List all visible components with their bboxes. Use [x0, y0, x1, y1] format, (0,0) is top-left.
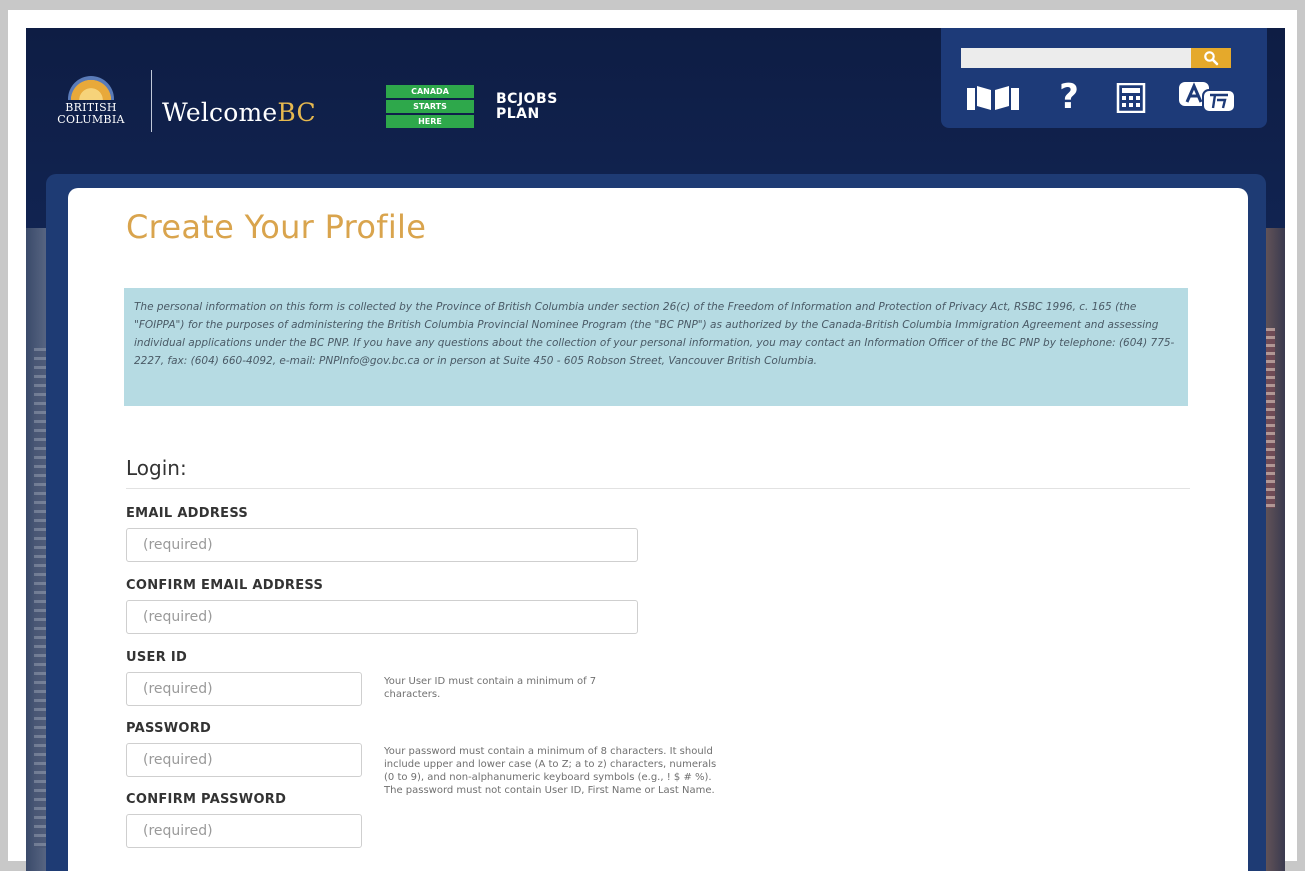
site-search-input[interactable]	[961, 48, 1191, 68]
confirm-password-label: CONFIRM PASSWORD	[126, 792, 287, 807]
bc-logo-line2: COLUMBIA	[57, 113, 125, 126]
bcjobs-plan-logo[interactable]: BCJOBS PLAN	[496, 92, 558, 122]
content-card: Create Your Profile The personal informa…	[68, 188, 1248, 871]
confirm-email-label: CONFIRM EMAIL ADDRESS	[126, 578, 324, 593]
userid-field[interactable]	[126, 672, 362, 706]
help-icon[interactable]: ?	[1051, 80, 1087, 114]
bcjobs-line1: BCJOBS	[496, 91, 558, 107]
confirm-email-field[interactable]	[126, 600, 638, 634]
browser-viewport: BRITISH COLUMBIA WelcomeBC CANADA STARTS…	[26, 28, 1285, 871]
csh-line-canada: CANADA	[386, 85, 474, 98]
bc-logo-text: BRITISH COLUMBIA	[46, 102, 136, 126]
password-hint: Your password must contain a minimum of …	[384, 746, 717, 796]
book-icon-graphic	[967, 86, 1019, 110]
login-section-heading: Login:	[126, 456, 187, 480]
bc-government-logo[interactable]: BRITISH COLUMBIA	[46, 76, 136, 138]
translate-icon[interactable]	[1177, 80, 1239, 114]
page-title: Create Your Profile	[126, 208, 427, 246]
calculator-icon[interactable]	[1113, 80, 1149, 114]
calculator-icon-graphic	[1116, 82, 1146, 114]
search-icon	[1204, 51, 1219, 66]
userid-label: USER ID	[126, 650, 188, 665]
csh-line-starts: STARTS	[386, 100, 474, 113]
section-divider	[126, 488, 1190, 489]
bc-text: BC	[277, 98, 316, 127]
translate-icon-graphic	[1179, 82, 1236, 113]
search-button[interactable]	[1191, 48, 1231, 68]
site-header: BRITISH COLUMBIA WelcomeBC CANADA STARTS…	[26, 28, 1285, 178]
welcomebc-logo[interactable]: WelcomeBC	[162, 98, 316, 127]
logo-divider	[151, 70, 152, 132]
email-label: EMAIL ADDRESS	[126, 506, 249, 521]
password-field[interactable]	[126, 743, 362, 777]
privacy-notice: The personal information on this form is…	[124, 288, 1188, 406]
email-field[interactable]	[126, 528, 638, 562]
password-label: PASSWORD	[126, 721, 212, 736]
csh-line-here: HERE	[386, 115, 474, 128]
confirm-password-field[interactable]	[126, 814, 362, 848]
welcome-text: Welcome	[162, 98, 278, 127]
utility-panel: ?	[941, 28, 1267, 128]
canada-starts-here-logo[interactable]: CANADA STARTS HERE	[386, 85, 474, 129]
screenshot-frame: BRITISH COLUMBIA WelcomeBC CANADA STARTS…	[8, 10, 1297, 871]
book-icon[interactable]	[965, 80, 1021, 114]
bcjobs-line2: PLAN	[496, 106, 540, 122]
bc-sun-icon	[68, 76, 114, 100]
userid-hint: Your User ID must contain a minimum of 7…	[384, 676, 597, 700]
